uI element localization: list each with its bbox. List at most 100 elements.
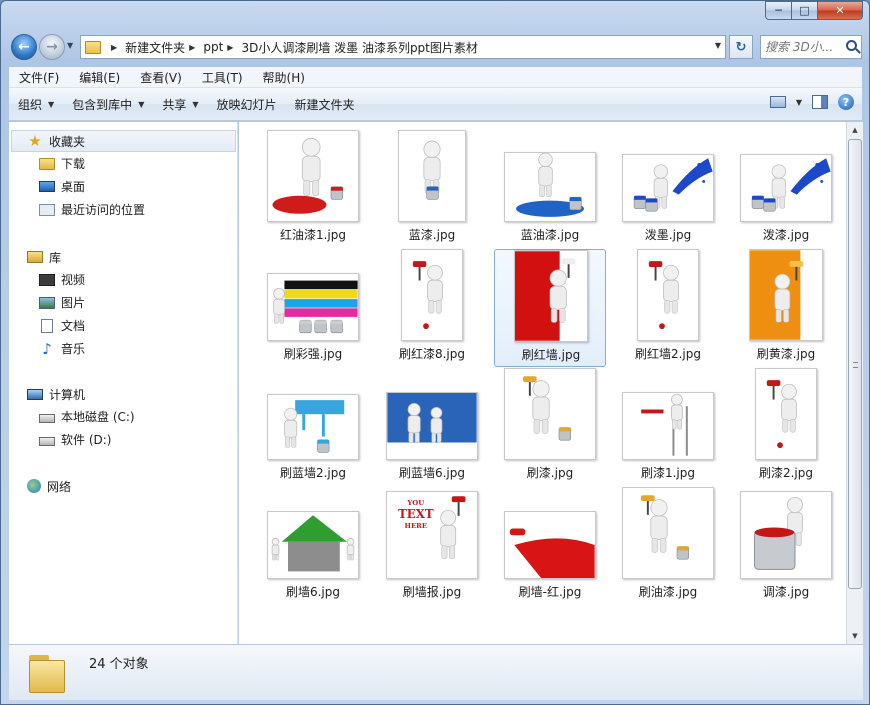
file-thumbnail[interactable] — [267, 394, 359, 460]
file-item[interactable] — [494, 606, 606, 644]
file-thumbnail[interactable] — [637, 249, 699, 341]
refresh-button[interactable]: ↻ — [729, 35, 753, 59]
chevron-right-icon[interactable]: ▶ — [111, 43, 117, 52]
file-thumbnail[interactable] — [504, 511, 596, 579]
breadcrumb-item[interactable]: 新建文件夹 — [125, 39, 185, 56]
file-item[interactable]: 调漆.jpg — [730, 487, 842, 605]
file-item[interactable]: 红油漆1.jpg — [257, 130, 369, 248]
nav-item-downloads[interactable]: 下载 — [9, 152, 238, 175]
file-thumbnail[interactable]: YOU TEXT HERE — [386, 491, 478, 579]
menu-view[interactable]: 查看(V) — [130, 69, 192, 86]
file-item[interactable]: 刷油漆.jpg — [612, 487, 724, 605]
file-item[interactable]: 刷红漆8.jpg — [376, 249, 488, 367]
nav-label: 本地磁盘 (C:) — [61, 410, 135, 424]
include-in-library-button[interactable]: 包含到库中 ▼ — [63, 96, 153, 113]
nav-favorites[interactable]: ★ 收藏夹 — [11, 130, 236, 152]
nav-item-drive-d[interactable]: 软件 (D:) — [9, 428, 238, 451]
file-thumbnail[interactable] — [749, 249, 823, 341]
new-folder-button[interactable]: 新建文件夹 — [286, 96, 364, 113]
search-icon[interactable] — [846, 40, 857, 51]
file-thumbnail[interactable] — [740, 154, 832, 222]
forward-button[interactable]: → — [39, 34, 65, 60]
nav-item-desktop[interactable]: 桌面 — [9, 175, 238, 198]
nav-item-recent-places[interactable]: 最近访问的位置 — [9, 198, 238, 221]
file-name: 蓝漆.jpg — [408, 228, 456, 242]
nav-libraries[interactable]: 库 — [9, 246, 238, 268]
file-item[interactable] — [257, 606, 369, 644]
breadcrumb-item[interactable]: ppt — [203, 40, 223, 54]
chevron-right-icon[interactable]: ▶ — [227, 43, 233, 52]
file-item[interactable]: 刷红墙2.jpg — [612, 249, 724, 367]
svg-text:HERE: HERE — [405, 522, 428, 530]
recent-pages-dropdown[interactable]: ▼ — [67, 41, 73, 50]
file-thumbnail[interactable] — [398, 130, 466, 222]
menu-file[interactable]: 文件(F) — [9, 69, 69, 86]
file-thumbnail[interactable] — [755, 368, 817, 460]
file-thumbnail[interactable] — [401, 249, 463, 341]
file-item[interactable]: 刷红墙.jpg — [494, 249, 606, 367]
file-item[interactable]: 刷彩强.jpg — [257, 249, 369, 367]
file-thumbnail[interactable] — [622, 487, 714, 579]
search-box[interactable] — [760, 35, 862, 59]
nav-network[interactable]: 网络 — [9, 475, 238, 497]
recent-places-icon — [39, 203, 55, 216]
file-item[interactable]: YOU TEXT HERE 刷墙报.jpg — [376, 487, 488, 605]
file-item[interactable]: 刷漆2.jpg — [730, 368, 842, 486]
file-item[interactable]: 刷蓝墙2.jpg — [257, 368, 369, 486]
file-thumbnail[interactable] — [267, 511, 359, 579]
file-item[interactable] — [612, 606, 724, 644]
file-item[interactable]: 刷漆1.jpg — [612, 368, 724, 486]
file-item[interactable]: 泼漆.jpg — [730, 130, 842, 248]
chevron-down-icon[interactable]: ▼ — [796, 98, 802, 107]
slideshow-button[interactable]: 放映幻灯片 — [208, 96, 286, 113]
nav-label: 收藏夹 — [49, 134, 86, 149]
file-item[interactable] — [376, 606, 488, 644]
nav-item-videos[interactable]: 视频 — [9, 268, 238, 291]
file-thumbnail[interactable] — [504, 368, 596, 460]
file-thumbnail[interactable] — [514, 250, 588, 342]
scroll-thumb[interactable] — [848, 139, 862, 589]
address-bar[interactable]: ▶ 新建文件夹 ▶ ppt ▶ 3D小人调漆刷墙 泼墨 油漆系列ppt图片素材 … — [80, 35, 726, 59]
file-item[interactable]: 泼墨.jpg — [612, 130, 724, 248]
navigation-bar: ← → ▼ ▶ 新建文件夹 ▶ ppt ▶ 3D小人调漆刷墙 泼墨 油漆系列pp… — [1, 31, 869, 63]
scroll-down-button[interactable]: ▼ — [847, 628, 863, 644]
minimize-button[interactable]: ─ — [765, 1, 791, 20]
file-thumbnail[interactable] — [267, 130, 359, 222]
file-item[interactable]: 刷墙6.jpg — [257, 487, 369, 605]
file-thumbnail[interactable] — [504, 152, 596, 222]
maximize-button[interactable]: □ — [791, 1, 817, 20]
nav-item-music[interactable]: ♪ 音乐 — [9, 337, 238, 360]
nav-item-documents[interactable]: 文档 — [9, 314, 238, 337]
help-icon[interactable]: ? — [838, 94, 854, 110]
chevron-right-icon[interactable]: ▶ — [189, 43, 195, 52]
file-item[interactable]: 刷黄漆.jpg — [730, 249, 842, 367]
file-item[interactable]: 蓝漆.jpg — [376, 130, 488, 248]
nav-computer[interactable]: 计算机 — [9, 383, 238, 405]
organize-button[interactable]: 组织 ▼ — [9, 96, 63, 113]
breadcrumb-item[interactable]: 3D小人调漆刷墙 泼墨 油漆系列ppt图片素材 — [241, 39, 477, 56]
share-button[interactable]: 共享 ▼ — [153, 96, 207, 113]
scroll-up-button[interactable]: ▲ — [847, 122, 863, 138]
menu-help[interactable]: 帮助(H) — [253, 69, 315, 86]
file-name: 刷墙报.jpg — [402, 585, 462, 599]
file-thumbnail[interactable] — [622, 392, 714, 460]
change-view-icon[interactable] — [769, 96, 786, 108]
file-thumbnail[interactable] — [267, 273, 359, 341]
file-thumbnail[interactable] — [740, 491, 832, 579]
file-item[interactable]: 刷漆.jpg — [494, 368, 606, 486]
menu-edit[interactable]: 编辑(E) — [69, 69, 130, 86]
file-item[interactable]: 蓝油漆.jpg — [494, 130, 606, 248]
search-input[interactable] — [765, 37, 845, 57]
file-thumbnail[interactable] — [386, 392, 478, 460]
back-button[interactable]: ← — [11, 34, 37, 60]
file-item[interactable]: 刷蓝墙6.jpg — [376, 368, 488, 486]
nav-item-drive-c[interactable]: 本地磁盘 (C:) — [9, 405, 238, 428]
preview-pane-icon[interactable] — [812, 95, 828, 109]
nav-item-pictures[interactable]: 图片 — [9, 291, 238, 314]
file-thumbnail[interactable] — [622, 154, 714, 222]
menu-tools[interactable]: 工具(T) — [192, 69, 253, 86]
file-item[interactable]: 刷墙-红.jpg — [494, 487, 606, 605]
chevron-down-icon[interactable]: ▼ — [715, 41, 721, 50]
vertical-scrollbar[interactable]: ▲ ▼ — [846, 122, 863, 644]
close-button[interactable]: ✕ — [817, 1, 863, 20]
